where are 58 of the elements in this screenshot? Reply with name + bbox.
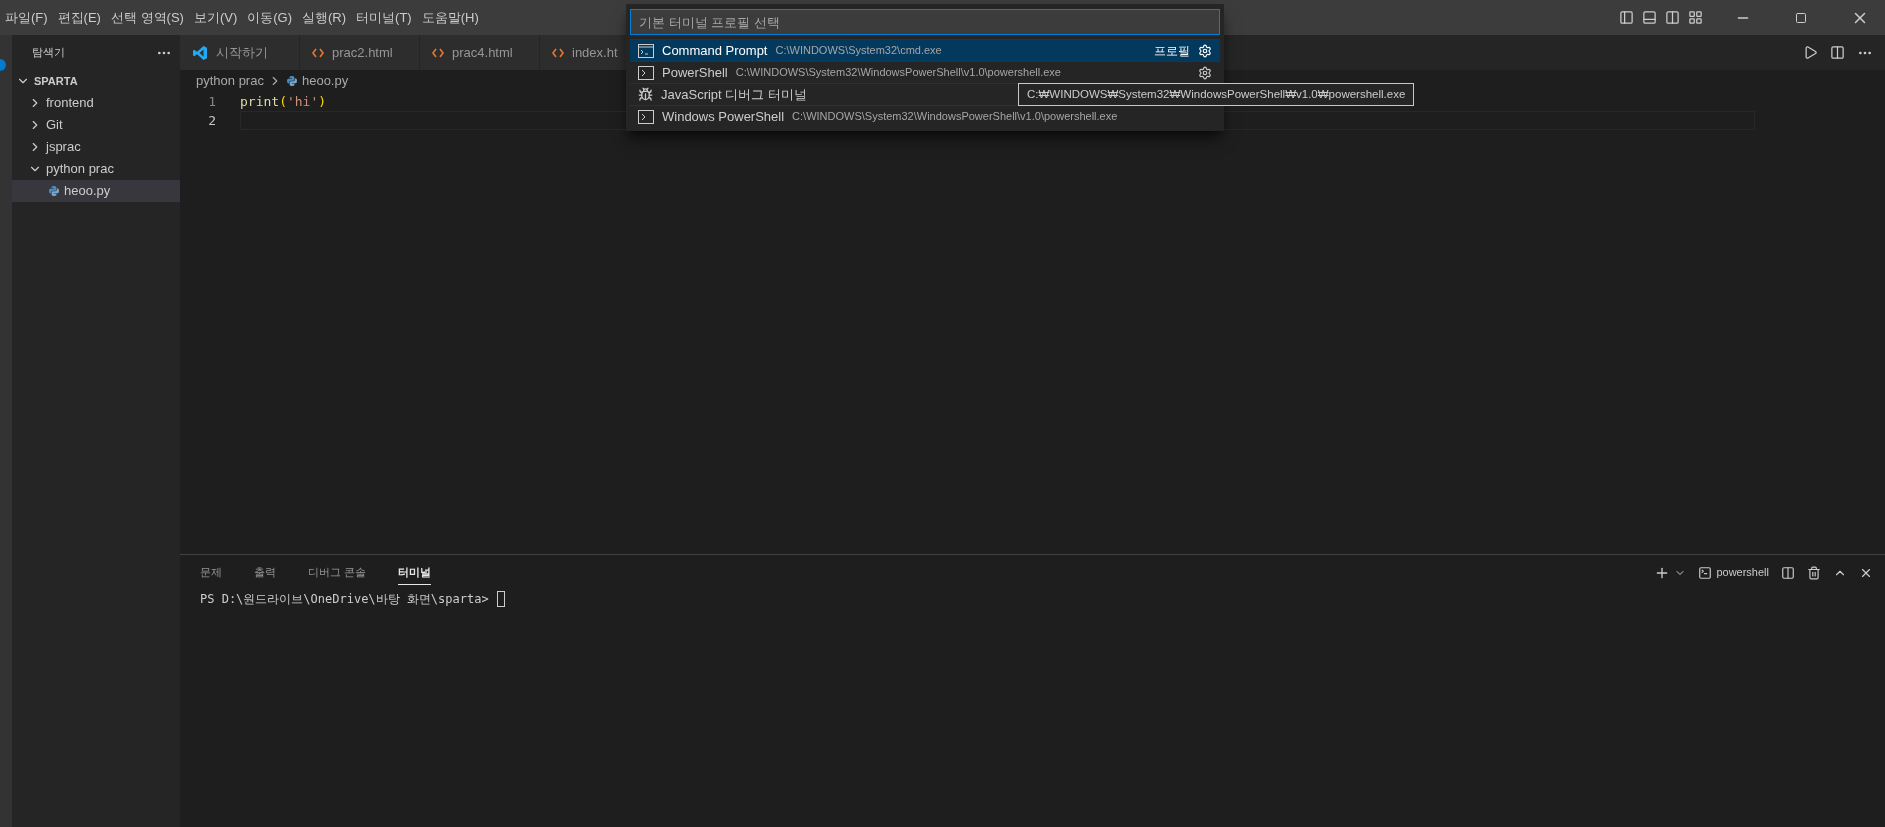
code-text: print('hi') (240, 92, 327, 111)
command-prompt-icon (638, 43, 654, 58)
tree-item[interactable]: SPARTA (12, 70, 180, 92)
menu-item[interactable]: 편집(E) (52, 7, 106, 28)
profile-path: C:\WINDOWS\System32\WindowsPowerShell\v1.0\powershell.exe (735, 65, 1061, 81)
tree-item[interactable]: heoo.py (12, 180, 180, 202)
menu-item[interactable]: 보기(V) (188, 7, 243, 28)
trash-icon[interactable] (1807, 565, 1821, 580)
code-brackets-icon (552, 47, 564, 58)
terminal-selector[interactable]: powershell (1698, 564, 1769, 581)
breadcrumb-item[interactable]: heoo.py (301, 71, 349, 91)
line-number: 2 (207, 111, 216, 130)
split-terminal-icon[interactable] (1781, 565, 1795, 580)
split-editor-icon[interactable] (1830, 45, 1845, 60)
tree-item[interactable]: python prac (12, 158, 180, 180)
terminal-prompt: PS D:\원드라이브\OneDrive\바탕 화면\sparta> (200, 591, 489, 608)
menu-item[interactable]: 선택 영역(S) (105, 7, 189, 28)
python-icon (285, 75, 298, 87)
terminal-icon (638, 65, 654, 80)
toggle-panel-icon[interactable] (1642, 10, 1657, 25)
terminal-icon (638, 109, 654, 124)
run-icon[interactable] (1803, 45, 1818, 60)
editor-tab[interactable]: 시작하기 (180, 35, 300, 70)
breadcrumb-item[interactable]: python prac (196, 71, 264, 91)
panel-tab[interactable]: 디버그 콘솔 (308, 560, 367, 585)
line-number: 1 (207, 92, 216, 111)
search-field[interactable]: 기본 터미널 프로필 선택 (630, 9, 1220, 35)
code-brackets-icon (312, 47, 324, 58)
menu-item[interactable]: 터미널(T) (351, 7, 417, 28)
cursor (496, 591, 505, 607)
bug-icon (638, 87, 653, 102)
settings-icon[interactable] (1198, 65, 1212, 80)
restore-icon[interactable] (1795, 11, 1807, 24)
tree-item[interactable]: jsprac (12, 136, 180, 158)
profile-item[interactable]: Command Prompt C:\WINDOWS\System32\cmd.exe 프로필 (630, 39, 1220, 61)
layout-icon[interactable] (1688, 10, 1703, 25)
profile-label: 프로필 (1154, 42, 1190, 60)
tree-item[interactable]: frontend (12, 92, 180, 114)
panel-tab[interactable]: 문제 (200, 560, 222, 585)
menu-item[interactable]: 파일(F) (0, 7, 53, 28)
tooltip: C:₩WINDOWS₩System32₩WindowsPowerShell₩v1.0₩powershell.exe (1018, 83, 1415, 107)
toggle-sidebar-icon[interactable] (1619, 10, 1634, 25)
profile-path: C:\WINDOWS\System32\cmd.exe (775, 43, 942, 59)
split-layout-icon[interactable] (1665, 10, 1680, 25)
tree-item[interactable]: Git (12, 114, 180, 136)
menu-item[interactable]: 도움말(H) (416, 7, 484, 28)
code-brackets-icon (432, 47, 444, 58)
panel-tab[interactable]: 터미널 (398, 559, 432, 586)
vscode-logo-icon (192, 44, 208, 61)
menu-item[interactable]: 이동(G) (242, 7, 298, 28)
editor-tab[interactable]: prac4.html (420, 35, 540, 70)
terminal-icon (1698, 565, 1713, 580)
editor-tab[interactable]: prac2.html (300, 35, 420, 70)
menu-item[interactable]: 실행(R) (297, 7, 352, 28)
python-icon (48, 185, 60, 197)
panel-tab[interactable]: 출력 (254, 560, 276, 585)
sidebar-title: 탐색기 (32, 45, 65, 61)
profile-path: C:\WINDOWS\System32\WindowsPowerShell\v1.0\powershell.exe (792, 109, 1118, 125)
